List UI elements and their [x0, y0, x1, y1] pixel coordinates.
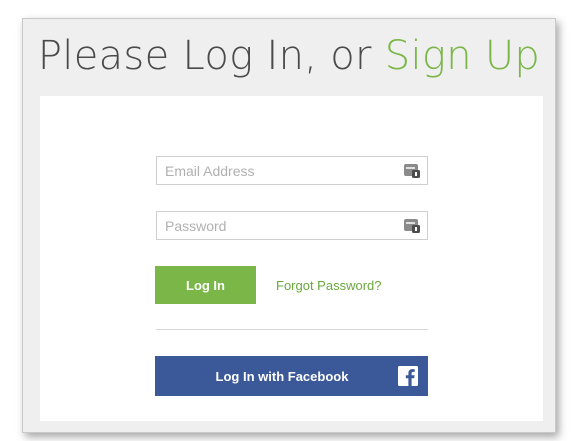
sign-up-link[interactable]: Sign Up [385, 33, 540, 79]
facebook-icon [398, 366, 418, 386]
password-field [156, 211, 428, 240]
divider [156, 329, 428, 330]
password-manager-icon[interactable] [404, 219, 420, 233]
login-form-panel: Log In Forgot Password? Log In with Face… [40, 96, 543, 421]
facebook-login-label: Log In with Facebook [215, 368, 349, 384]
email-input[interactable] [157, 157, 427, 184]
title-text: Please Log In, or [37, 33, 385, 79]
page-title: Please Log In, or Sign Up [23, 33, 555, 79]
forgot-password-link[interactable]: Forgot Password? [276, 278, 382, 293]
password-manager-icon[interactable] [404, 164, 420, 178]
login-card: Please Log In, or Sign Up Log In Forgot … [22, 18, 556, 433]
log-in-button[interactable]: Log In [155, 266, 256, 304]
password-input[interactable] [157, 212, 427, 239]
email-field [156, 156, 428, 185]
facebook-login-button[interactable]: Log In with Facebook [155, 356, 428, 396]
